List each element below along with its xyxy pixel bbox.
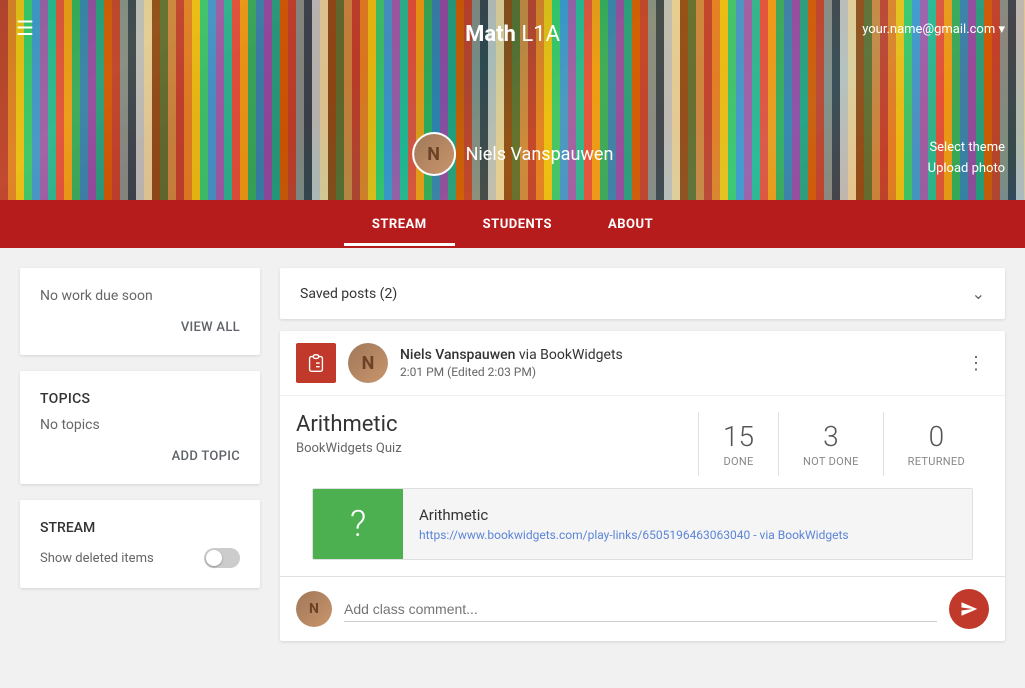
no-topics-label: No topics [40, 417, 240, 433]
post-meta: Niels Vanspauwen via BookWidgets 2:01 PM… [400, 347, 951, 379]
view-all-button[interactable]: VIEW ALL [40, 320, 240, 335]
tab-about[interactable]: ABOUT [580, 203, 681, 246]
comment-avatar: N [296, 591, 332, 627]
post-author-name: Niels Vanspauwen [400, 347, 515, 363]
post-author-bookwidgets: BookWidgets [540, 347, 623, 363]
post-title-section: Arithmetic BookWidgets Quiz [296, 412, 682, 456]
select-theme-link[interactable]: Select theme [928, 138, 1005, 159]
post-type-icon [296, 343, 336, 383]
post-author-avatar: N [348, 343, 388, 383]
post-stats: 15 DONE 3 NOT DONE 0 RETURNED [698, 412, 989, 476]
toggle-knob [206, 550, 222, 566]
nav-bar: STREAM STUDENTS ABOUT [0, 200, 1025, 248]
show-deleted-toggle[interactable] [204, 548, 240, 568]
show-deleted-row: Show deleted items [40, 548, 240, 568]
post-more-icon[interactable]: ⋮ [963, 349, 989, 378]
sidebar: No work due soon VIEW ALL TOPICS No topi… [20, 268, 260, 588]
post-author-via: via [519, 347, 540, 363]
teacher-info: N Niels Vanspauwen [412, 132, 614, 176]
stat-not-done: 3 NOT DONE [779, 412, 884, 476]
widget-icon: ? [313, 489, 403, 559]
stat-not-done-label: NOT DONE [803, 455, 859, 468]
saved-posts-bar[interactable]: Saved posts (2) ⌄ [280, 268, 1005, 319]
no-work-label: No work due soon [40, 288, 240, 304]
chevron-down-icon: ⌄ [972, 284, 985, 303]
saved-posts-label: Saved posts (2) [300, 286, 397, 302]
show-deleted-label: Show deleted items [40, 551, 154, 566]
post-card: N Niels Vanspauwen via BookWidgets 2:01 … [280, 331, 1005, 641]
teacher-name: Niels Vanspauwen [466, 144, 614, 165]
stream-card: STREAM Show deleted items [20, 500, 260, 588]
stat-not-done-number: 3 [803, 420, 859, 453]
comment-send-button[interactable] [949, 589, 989, 629]
menu-icon[interactable]: ☰ [16, 16, 34, 40]
stat-returned-label: RETURNED [908, 455, 965, 468]
comment-area: N [280, 576, 1005, 641]
topics-card: TOPICS No topics ADD TOPIC [20, 371, 260, 484]
comment-input[interactable] [344, 597, 937, 622]
tab-students[interactable]: STUDENTS [455, 203, 580, 246]
stat-returned-number: 0 [908, 420, 965, 453]
no-work-card: No work due soon VIEW ALL [20, 268, 260, 355]
topics-title: TOPICS [40, 391, 240, 407]
post-body-inner: Arithmetic BookWidgets Quiz 15 DONE 3 NO… [296, 396, 989, 476]
stat-done-number: 15 [723, 420, 754, 453]
stream-section-title: STREAM [40, 520, 240, 536]
stat-done-label: DONE [723, 455, 754, 468]
tab-stream[interactable]: STREAM [344, 203, 455, 246]
widget-name: Arithmetic [419, 506, 849, 524]
post-time: 2:01 PM (Edited 2:03 PM) [400, 365, 951, 379]
post-body: Arithmetic BookWidgets Quiz 15 DONE 3 NO… [280, 395, 1005, 576]
stat-done: 15 DONE [699, 412, 779, 476]
post-header: N Niels Vanspauwen via BookWidgets 2:01 … [280, 331, 1005, 395]
upload-photo-link[interactable]: Upload photo [928, 159, 1005, 180]
theme-options: Select theme Upload photo [928, 138, 1005, 180]
teacher-avatar: N [412, 132, 456, 176]
post-title: Arithmetic [296, 412, 682, 437]
stat-returned: 0 RETURNED [884, 412, 989, 476]
widget-link: https://www.bookwidgets.com/play-links/6… [419, 528, 849, 542]
post-author: Niels Vanspauwen via BookWidgets [400, 347, 951, 363]
stream-area: Saved posts (2) ⌄ N Niels Vanspauwen via… [280, 268, 1005, 641]
add-topic-button[interactable]: ADD TOPIC [40, 449, 240, 464]
main-content: No work due soon VIEW ALL TOPICS No topi… [0, 248, 1025, 661]
post-subtitle: BookWidgets Quiz [296, 441, 682, 456]
page-header: ☰ Math L1A your.name@gmail.com N Niels V… [0, 0, 1025, 200]
page-title: Math L1A [465, 22, 560, 47]
user-email[interactable]: your.name@gmail.com [862, 22, 1005, 37]
widget-preview[interactable]: ? Arithmetic https://www.bookwidgets.com… [312, 488, 973, 560]
widget-info: Arithmetic https://www.bookwidgets.com/p… [403, 494, 865, 554]
